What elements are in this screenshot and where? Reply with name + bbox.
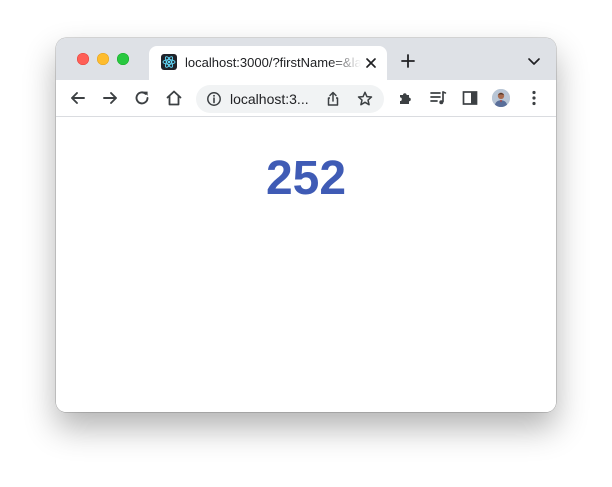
site-info-icon[interactable] <box>206 91 222 107</box>
browser-tab-active[interactable]: localhost:3000/?firstName=&lastName= <box>149 46 387 80</box>
extensions-puzzle-icon[interactable] <box>396 88 416 108</box>
tab-strip: localhost:3000/?firstName=&lastName= <box>56 38 556 80</box>
window-maximize-button[interactable] <box>117 53 129 65</box>
window-minimize-button[interactable] <box>97 53 109 65</box>
react-logo-icon <box>161 54 177 70</box>
url-text[interactable]: localhost:3... <box>230 91 320 107</box>
back-arrow-icon[interactable] <box>68 88 88 108</box>
result-value: 252 <box>265 152 347 205</box>
browser-toolbar: localhost:3... <box>56 80 556 117</box>
home-icon[interactable] <box>164 88 184 108</box>
close-icon[interactable] <box>363 55 379 71</box>
new-tab-plus-icon[interactable] <box>400 53 416 69</box>
address-bar[interactable]: localhost:3... <box>196 85 384 113</box>
forward-arrow-icon[interactable] <box>100 88 120 108</box>
browser-window: localhost:3000/?firstName=&lastName= <box>56 38 556 412</box>
profile-avatar[interactable] <box>492 89 510 107</box>
more-menu-icon[interactable] <box>524 88 544 108</box>
tab-title: localhost:3000/?firstName=&lastName= <box>185 55 361 70</box>
page-content: 252 <box>56 117 556 412</box>
side-panel-icon[interactable] <box>460 88 480 108</box>
bookmark-star-icon[interactable] <box>356 90 374 108</box>
reload-icon[interactable] <box>132 88 152 108</box>
chevron-down-icon[interactable] <box>526 55 542 67</box>
share-icon[interactable] <box>324 90 342 108</box>
media-queue-icon[interactable] <box>428 88 448 108</box>
window-close-button[interactable] <box>77 53 89 65</box>
